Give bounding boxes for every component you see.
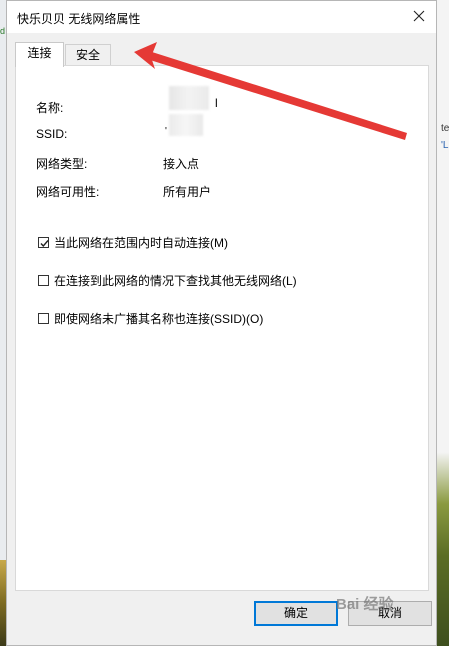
ok-button[interactable]: 确定 bbox=[254, 601, 338, 626]
close-icon bbox=[413, 10, 425, 25]
name-label: 名称: bbox=[36, 101, 64, 115]
find-other-networks-checkbox-row[interactable]: 在连接到此网络的情况下查找其他无线网络(L) bbox=[38, 272, 297, 289]
ssid-value-redacted bbox=[169, 114, 203, 136]
title-bar[interactable]: 快乐贝贝 无线网络属性 bbox=[7, 1, 436, 33]
network-type-value: 接入点 bbox=[163, 157, 200, 171]
close-button[interactable] bbox=[402, 1, 436, 33]
background-link: 'L bbox=[441, 140, 449, 151]
hidden-ssid-checkbox[interactable] bbox=[38, 313, 49, 324]
ssid-value-fragment: ' bbox=[165, 126, 167, 137]
auto-connect-label: 当此网络在范围内时自动连接(M) bbox=[54, 236, 228, 250]
hidden-ssid-label: 即使网络未广播其名称也连接(SSID)(O) bbox=[54, 312, 264, 326]
wireless-properties-dialog: 快乐贝贝 无线网络属性 连接 安全 名称: l SSID: ' 网络类型: 接入… bbox=[6, 0, 437, 646]
background-text: d bbox=[0, 26, 6, 36]
tab-connection[interactable]: 连接 bbox=[15, 42, 64, 67]
background-window bbox=[437, 0, 449, 646]
checkmark-icon bbox=[40, 240, 49, 248]
ssid-label: SSID: bbox=[36, 127, 68, 141]
connection-panel: 名称: l SSID: ' 网络类型: 接入点 网络可用性: 所有用户 当此网络… bbox=[15, 65, 429, 591]
tab-security[interactable]: 安全 bbox=[65, 44, 111, 66]
name-value-fragment: l bbox=[215, 96, 218, 110]
network-type-label: 网络类型: bbox=[36, 157, 88, 171]
find-other-networks-label: 在连接到此网络的情况下查找其他无线网络(L) bbox=[54, 274, 297, 288]
watermark: Bai 经验 bbox=[336, 596, 394, 613]
network-availability-value: 所有用户 bbox=[163, 185, 212, 199]
hidden-ssid-checkbox-row[interactable]: 即使网络未广播其名称也连接(SSID)(O) bbox=[38, 310, 263, 327]
network-availability-label: 网络可用性: bbox=[36, 185, 100, 199]
background-text: te bbox=[441, 123, 449, 134]
name-value-redacted bbox=[169, 86, 209, 110]
find-other-networks-checkbox[interactable] bbox=[38, 275, 49, 286]
auto-connect-checkbox-row[interactable]: 当此网络在范围内时自动连接(M) bbox=[38, 234, 228, 251]
auto-connect-checkbox[interactable] bbox=[38, 237, 49, 248]
dialog-title: 快乐贝贝 无线网络属性 bbox=[17, 12, 141, 26]
